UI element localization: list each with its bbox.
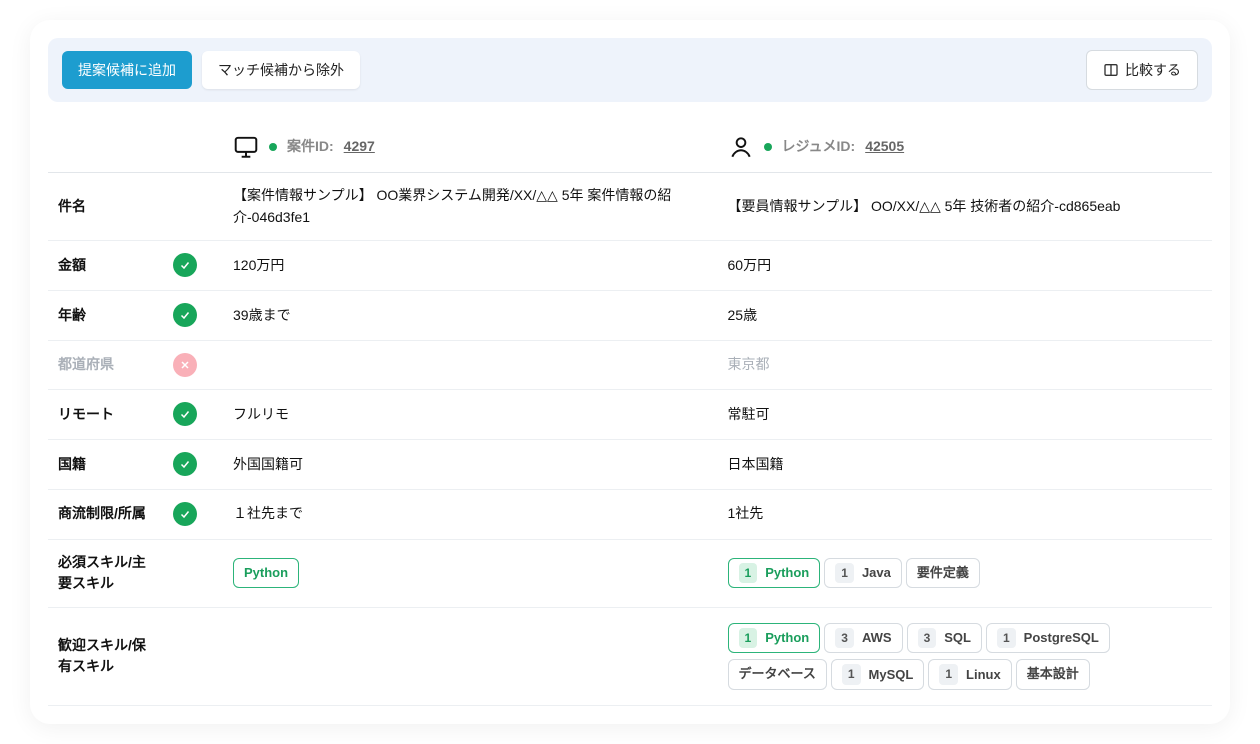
skill-name: Python	[765, 628, 809, 648]
skill-name: Python	[244, 563, 288, 583]
monitor-icon	[233, 134, 259, 160]
row-label: 金額	[48, 241, 163, 291]
flow-right: 1社先	[718, 489, 1213, 539]
case-id-prefix: 案件ID:	[287, 136, 334, 158]
row-required-skills: 必須スキル/主要スキル Python 1 Python 1 Java 要件定義	[48, 539, 1212, 607]
skill-count: 3	[835, 628, 854, 649]
subject-right: 【要員情報サンプル】 OO/XX/△△ 5年 技術者の紹介-cd865eab	[718, 173, 1213, 241]
optional-left-tags	[223, 607, 718, 705]
pref-right: 東京都	[718, 340, 1213, 390]
skill-name: PostgreSQL	[1024, 628, 1099, 648]
nat-left: 外国国籍可	[223, 440, 718, 490]
row-label: リモート	[48, 390, 163, 440]
age-right: 25歳	[718, 291, 1213, 341]
row-prefecture: 都道府県 東京都	[48, 340, 1212, 390]
skill-name: 要件定義	[917, 563, 969, 583]
resume-id-prefix: レジュメID:	[782, 136, 856, 158]
remote-left: フルリモ	[223, 390, 718, 440]
header-bar: 提案候補に追加 マッチ候補から除外 比較する	[48, 38, 1212, 102]
add-proposal-button[interactable]: 提案候補に追加	[62, 51, 192, 89]
flow-left: １社先まで	[223, 489, 718, 539]
row-remote: リモート フルリモ 常駐可	[48, 390, 1212, 440]
subject-left: 【案件情報サンプル】 OO業界システム開発/XX/△△ 5年 案件情報の紹介-0…	[223, 173, 718, 241]
compare-table: 案件ID:4297 レジュメID:42505 件名 【案件情報サンプ	[48, 122, 1212, 706]
required-right-tags: 1 Python 1 Java 要件定義	[718, 539, 1213, 607]
status-dot-icon	[269, 143, 277, 151]
skill-name: SQL	[944, 628, 971, 648]
optional-right-tags: 1Python3AWS3SQL1PostgreSQLデータベース1MySQL1L…	[718, 607, 1213, 705]
age-left: 39歳まで	[223, 291, 718, 341]
case-id-link[interactable]: 4297	[344, 136, 375, 158]
row-label: 都道府県	[48, 340, 163, 390]
skill-tag: 3 AWS	[824, 623, 902, 654]
layout-columns-icon	[1103, 62, 1119, 78]
remote-right: 常駐可	[718, 390, 1213, 440]
row-label: 件名	[48, 173, 163, 241]
row-nationality: 国籍 外国国籍可 日本国籍	[48, 440, 1212, 490]
skill-tag: 1 Python	[728, 558, 821, 589]
row-age: 年齢 39歳まで 25歳	[48, 291, 1212, 341]
skill-name: 基本設計	[1027, 664, 1079, 684]
skill-name: データベース	[739, 664, 816, 684]
compare-button[interactable]: 比較する	[1086, 50, 1198, 90]
x-icon	[173, 353, 197, 377]
skill-count: 3	[918, 628, 937, 649]
exclude-match-button[interactable]: マッチ候補から除外	[202, 51, 360, 89]
row-optional-skills: 歓迎スキル/保有スキル 1 Python 3 AWS 3 SQL 1 PostgreSQL デー…	[48, 607, 1212, 705]
skill-tag: 3 SQL	[907, 623, 982, 654]
compare-label: 比較する	[1125, 60, 1181, 80]
skill-count: 1	[835, 563, 854, 584]
nat-right: 日本国籍	[718, 440, 1213, 490]
skill-tag: 基本設計	[1016, 659, 1090, 689]
skill-tag: 1 PostgreSQL	[986, 623, 1110, 654]
identifier-row: 案件ID: 4297 レジュメID: 42505	[48, 122, 1212, 173]
skill-count: 1	[842, 664, 861, 685]
skill-tag: 1 Java	[824, 558, 902, 589]
skill-count: 1	[739, 628, 758, 649]
row-label: 歓迎スキル/保有スキル	[48, 607, 163, 705]
skill-name: Java	[862, 563, 891, 583]
skill-name: Python	[765, 563, 809, 583]
compare-card: 提案候補に追加 マッチ候補から除外 比較する	[30, 20, 1230, 724]
row-subject: 件名 【案件情報サンプル】 OO業界システム開発/XX/△△ 5年 案件情報の紹…	[48, 173, 1212, 241]
skill-count: 1	[739, 563, 758, 584]
check-icon	[173, 452, 197, 476]
row-price: 金額 120万円 60万円	[48, 241, 1212, 291]
skill-tag: 1 Linux	[928, 659, 1011, 690]
check-icon	[173, 253, 197, 277]
check-icon	[173, 502, 197, 526]
skill-name: MySQL	[869, 665, 914, 685]
check-icon	[173, 303, 197, 327]
row-label: 必須スキル/主要スキル	[48, 539, 163, 607]
row-flow: 商流制限/所属 １社先まで 1社先	[48, 489, 1212, 539]
skill-count: 1	[939, 664, 958, 685]
skill-count: 1	[997, 628, 1016, 649]
skill-tag: 要件定義	[906, 558, 980, 588]
skill-tag: 1 Python	[728, 623, 821, 654]
required-left-tags: Python	[223, 539, 718, 607]
row-label: 年齢	[48, 291, 163, 341]
row-label: 商流制限/所属	[48, 489, 163, 539]
row-label: 国籍	[48, 440, 163, 490]
pref-left	[223, 340, 718, 390]
skill-name: AWS	[862, 628, 892, 648]
status-dot-icon	[764, 143, 772, 151]
skill-name: Linux	[966, 665, 1001, 685]
check-icon	[173, 402, 197, 426]
resume-id-link[interactable]: 42505	[865, 136, 904, 158]
skill-tag: Python	[233, 558, 299, 588]
skill-tag: 1 MySQL	[831, 659, 924, 690]
skill-tag: データベース	[728, 659, 827, 689]
price-right: 60万円	[718, 241, 1213, 291]
price-left: 120万円	[223, 241, 718, 291]
user-icon	[728, 134, 754, 160]
